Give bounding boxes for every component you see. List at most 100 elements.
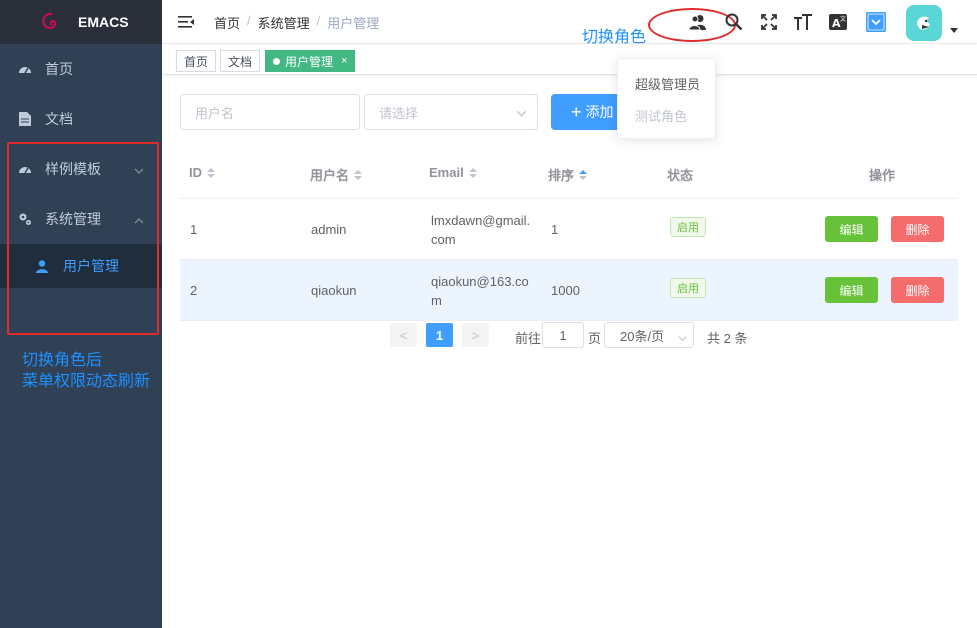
sort-icon[interactable]	[468, 167, 477, 178]
delete-button[interactable]: 删除	[891, 216, 944, 242]
header-label: 状态	[667, 168, 694, 183]
header-label: ID	[189, 165, 202, 180]
annotation-line: 菜单权限动态刷新	[22, 373, 151, 390]
header-label: 操作	[869, 168, 896, 183]
user-table: ID 用户名 Email 排序 状态 操作 1 admin lmxdawn@gm…	[180, 145, 958, 321]
edit-button[interactable]: 编辑	[825, 216, 878, 242]
tag-docs[interactable]: 文档	[220, 50, 261, 72]
username-input[interactable]: 用户名	[180, 94, 360, 130]
column-header-status: 状态	[667, 165, 693, 184]
prev-page-button[interactable]: <	[390, 323, 417, 347]
header-label: Email	[429, 165, 464, 180]
navbar: 首页 / 系统管理 / 用户管理 切换角色 A文	[162, 0, 977, 46]
header-label: 排序	[548, 168, 575, 183]
translate-icon[interactable]: A文	[828, 12, 848, 32]
column-header-username[interactable]: 用户名	[310, 165, 363, 184]
annotation-highlight-ellipse	[648, 8, 736, 42]
goto-label: 前往	[515, 331, 542, 346]
table-row[interactable]: 1 admin lmxdawn@gmail. com 1 启用 编辑 删除	[180, 199, 958, 260]
brand-name: EMACS	[78, 14, 129, 30]
role-option-test[interactable]: 测试角色	[635, 106, 687, 125]
add-button-label: 添加	[585, 104, 614, 120]
select-placeholder: 请选择	[379, 105, 419, 121]
search-icon[interactable]	[724, 12, 744, 32]
column-header-email[interactable]: Email	[429, 165, 477, 180]
annotation-menu-refresh: 切换角色后 菜单权限动态刷新	[22, 350, 150, 392]
document-icon	[18, 112, 32, 126]
sort-icon[interactable]	[354, 169, 363, 180]
logo[interactable]: EMACS	[0, 0, 162, 44]
input-placeholder: 用户名	[195, 105, 235, 121]
tags-view: 首页 文档 用户管理 ×	[162, 45, 977, 75]
email-text: m	[431, 293, 442, 308]
cell-sort: 1	[551, 222, 559, 237]
delete-button[interactable]: 删除	[891, 277, 944, 303]
tag-label: 文档	[228, 54, 253, 69]
cell-id: 2	[190, 283, 198, 298]
add-button[interactable]: + 添加	[551, 94, 621, 130]
cell-id: 1	[190, 222, 198, 237]
hamburger-icon[interactable]	[178, 14, 194, 30]
fullscreen-icon[interactable]	[759, 12, 779, 32]
tag-home[interactable]: 首页	[176, 50, 217, 72]
goto-page-input[interactable]: 1	[542, 322, 584, 348]
tag-label: 首页	[184, 54, 209, 69]
cell-username: qiaokun	[311, 283, 357, 298]
cell-email: lmxdawn@gmail. com	[431, 211, 530, 249]
dashboard-icon	[18, 62, 32, 76]
sidebar-item-home[interactable]: 首页	[0, 44, 162, 94]
breadcrumb-separator: /	[247, 13, 251, 28]
next-page-button[interactable]: >	[462, 323, 489, 347]
status-select[interactable]: 请选择	[364, 94, 538, 130]
active-dot	[273, 57, 280, 65]
cell-sort: 1000	[551, 283, 580, 298]
column-header-sort[interactable]: 排序	[548, 165, 588, 184]
debian-swirl-icon	[38, 9, 64, 35]
sort-icon[interactable]	[207, 167, 215, 178]
tag-users[interactable]: 用户管理 ×	[265, 50, 356, 72]
tag-label: 用户管理	[285, 54, 334, 69]
chevron-down-icon	[516, 107, 527, 122]
annotation-line: 切换角色后	[22, 352, 103, 369]
breadcrumb: 首页 / 系统管理 / 用户管理	[214, 13, 379, 32]
svg-text:文: 文	[840, 15, 846, 23]
chevron-down-icon	[678, 331, 687, 346]
cell-email: qiaokun@163.co m	[431, 272, 529, 310]
header-label: 用户名	[310, 168, 350, 183]
page-unit-label: 页	[588, 331, 602, 346]
breadcrumb-item[interactable]: 首页	[214, 13, 240, 32]
plus-icon: +	[571, 102, 582, 122]
cell-username: admin	[311, 222, 347, 237]
column-header-id[interactable]: ID	[189, 165, 215, 180]
status-badge: 启用	[670, 217, 706, 237]
role-option-super-admin[interactable]: 超级管理员	[635, 74, 700, 93]
email-text: lmxdawn@gmail.	[431, 213, 531, 228]
caret-down-icon[interactable]	[950, 28, 958, 33]
sidebar-item-label: 文档	[45, 111, 73, 127]
font-size-icon[interactable]	[793, 12, 813, 32]
role-dropdown: 超级管理员 测试角色	[617, 58, 716, 139]
sidebar-item-label: 首页	[45, 61, 73, 77]
annotation-highlight-box	[7, 142, 159, 335]
breadcrumb-separator: /	[316, 13, 321, 28]
page-number-button[interactable]: 1	[426, 323, 453, 347]
page-size-select[interactable]: 20条/页	[604, 322, 694, 348]
column-header-actions: 操作	[869, 165, 895, 184]
email-text: com	[431, 232, 456, 247]
sidebar: EMACS 首页 文档 样例模板 系统管理 用户管理 切换角色后 菜单权限动态刷…	[0, 0, 162, 628]
sort-icon[interactable]	[579, 169, 588, 180]
total-count: 共 2 条	[707, 331, 748, 346]
annotation-switch-role: 切换角色	[582, 29, 647, 46]
sidebar-item-docs[interactable]: 文档	[0, 94, 162, 144]
edit-button[interactable]: 编辑	[825, 277, 878, 303]
status-badge: 启用	[670, 278, 706, 298]
page-size-value: 20条/页	[620, 328, 665, 344]
table-row[interactable]: 2 qiaokun qiaokun@163.co m 1000 启用 编辑 删除	[180, 260, 958, 321]
breadcrumb-item[interactable]: 系统管理	[258, 13, 310, 32]
breadcrumb-current: 用户管理	[327, 16, 380, 31]
email-text: qiaokun@163.co	[431, 274, 529, 289]
close-icon[interactable]: ×	[341, 55, 347, 67]
table-header: ID 用户名 Email 排序 状态 操作	[180, 145, 958, 199]
theme-dropdown-icon[interactable]	[866, 12, 886, 32]
avatar[interactable]	[906, 5, 942, 41]
